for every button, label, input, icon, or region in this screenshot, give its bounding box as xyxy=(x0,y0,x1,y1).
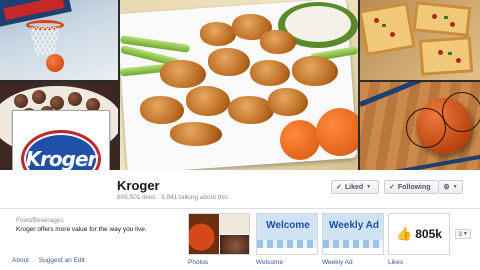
following-label: Following xyxy=(397,183,431,191)
more-apps-button[interactable]: 3 ▼ xyxy=(455,229,471,239)
settings-menu-button[interactable]: ⚙ ▼ xyxy=(439,180,463,194)
photos-thumbnail xyxy=(188,213,250,255)
weekly-ad-thumbnail: Weekly Ad xyxy=(322,213,384,255)
suggest-edit-link[interactable]: Suggest an Edit xyxy=(39,257,85,264)
welcome-thumbnail: Welcome xyxy=(256,213,318,255)
about-link[interactable]: About xyxy=(12,257,29,264)
page-header: Kroger 805,501 likes · 9,841 talking abo… xyxy=(0,170,480,208)
logo-text: Kroger xyxy=(25,147,98,171)
cover-tile-chicken-wings xyxy=(120,0,358,170)
caret-down-icon: ▼ xyxy=(452,184,458,190)
app-tab-label: Welcome xyxy=(256,259,283,266)
app-tab-label: Weekly Ad xyxy=(322,259,353,266)
about-links: About · Suggest an Edit xyxy=(12,257,85,264)
cover-tile-pizza xyxy=(360,0,480,80)
likes-count: 805k xyxy=(415,227,442,241)
page-description: Kroger offers more value for the way you… xyxy=(16,226,147,233)
gear-icon: ⚙ xyxy=(443,184,450,191)
caret-down-icon: ▼ xyxy=(462,231,468,237)
welcome-banner-text: Welcome xyxy=(266,220,310,231)
check-icon: ✓ xyxy=(336,184,342,191)
thumbs-up-icon: 👍 xyxy=(396,226,413,241)
liked-button[interactable]: ✓ Liked ▼ xyxy=(331,180,379,194)
link-separator: · xyxy=(32,257,35,264)
app-tab-likes[interactable]: 👍 805k Likes xyxy=(388,213,450,266)
liked-label: Liked xyxy=(344,183,364,191)
page-info-section: Food/Beverages Kroger offers more value … xyxy=(0,208,480,270)
weekly-ad-banner-text: Weekly Ad xyxy=(328,220,380,231)
caret-down-icon: ▼ xyxy=(366,184,372,190)
likes-thumbnail: 👍 805k xyxy=(388,213,450,255)
app-tab-label: Likes xyxy=(388,259,404,266)
following-button[interactable]: ✓ Following xyxy=(384,180,439,194)
cover-tile-basketball-court xyxy=(360,82,480,170)
page-title[interactable]: Kroger xyxy=(117,178,160,193)
check-icon: ✓ xyxy=(389,184,395,191)
page-stats: 805,501 likes · 9,841 talking about this xyxy=(117,194,228,201)
app-tab-photos[interactable]: Photos xyxy=(188,213,250,266)
app-tab-label: Photos xyxy=(188,259,209,266)
app-tab-welcome[interactable]: Welcome Welcome xyxy=(256,213,318,266)
app-tab-weekly-ad[interactable]: Weekly Ad Weekly Ad xyxy=(322,213,384,266)
cover-tile-basketball-hoop xyxy=(0,0,118,80)
page-category[interactable]: Food/Beverages xyxy=(16,217,64,224)
more-count: 3 xyxy=(458,230,462,238)
